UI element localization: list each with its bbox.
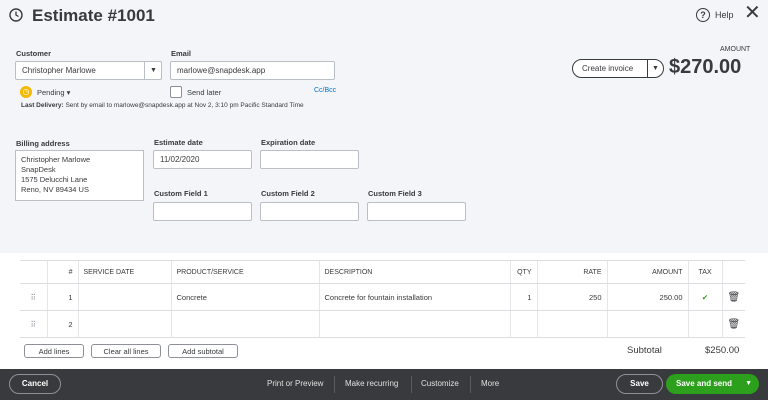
custom-field-1-label: Custom Field 1 [154,189,208,198]
subtotal-value: $250.00 [705,345,740,356]
customer-label: Customer [16,49,52,58]
trash-icon[interactable]: 🗑 [721,310,746,338]
drag-handle-icon[interactable]: ⠿ [20,310,47,338]
expiration-date-label: Expiration date [261,138,316,147]
description-cell[interactable]: Concrete for fountain installation [318,283,510,311]
customer-value: Christopher Marlowe [22,66,96,75]
drag-handle-icon[interactable]: ⠿ [20,283,47,311]
save-button[interactable]: Save [616,374,663,394]
col-qty: QTY [509,260,537,284]
help-link[interactable]: Help [715,10,734,20]
amount-cell[interactable]: 250.00 [606,283,688,311]
status-label: Pending [37,88,65,97]
create-invoice-button[interactable]: Create invoice ▼ [572,59,664,78]
email-label: Email [171,49,192,58]
create-invoice-label: Create invoice [582,64,634,73]
table-row[interactable]: ⠿ 2 🗑 [20,310,746,338]
custom-field-2-input[interactable] [260,202,359,221]
billing-line: Reno, NV 89434 US [21,185,89,194]
total-amount: $270.00 [669,56,742,78]
clear-all-lines-button[interactable]: Clear all lines [91,344,161,358]
description-cell[interactable] [318,310,510,338]
chevron-down-icon[interactable]: ▼ [647,60,663,77]
history-clock-icon[interactable] [8,7,24,23]
send-later-checkbox[interactable] [170,86,182,98]
billing-line: Christopher Marlowe [21,155,91,164]
help-icon[interactable]: ? [696,8,710,22]
col-product: PRODUCT/SERVICE [170,260,319,284]
email-field[interactable]: marlowe@snapdesk.app [170,61,335,80]
service-date-cell[interactable] [77,283,171,311]
service-date-cell[interactable] [77,310,171,338]
tax-checkmark-icon[interactable]: ✔ [687,283,722,311]
divider [334,376,335,393]
close-icon[interactable]: ✕ [744,3,761,23]
print-preview-link[interactable]: Print or Preview [267,379,323,388]
product-cell[interactable] [170,310,319,338]
col-tax: TAX [687,260,722,284]
divider [411,376,412,393]
qty-cell[interactable]: 1 [509,283,537,311]
chevron-down-icon[interactable]: ▼ [144,62,162,79]
last-delivery-text: Sent by email to marlowe@snapdesk.app at… [65,102,304,109]
custom-field-2-label: Custom Field 2 [261,189,315,198]
billing-line: 1575 Delucchi Lane [21,175,88,184]
add-lines-button[interactable]: Add lines [24,344,84,358]
make-recurring-link[interactable]: Make recurring [345,379,398,388]
send-later-label: Send later [187,88,222,97]
custom-field-1-input[interactable] [153,202,252,221]
trash-icon[interactable]: 🗑 [721,283,746,311]
add-subtotal-button[interactable]: Add subtotal [168,344,238,358]
line-items-table: # SERVICE DATE PRODUCT/SERVICE DESCRIPTI… [20,260,746,338]
page-title: Estimate #1001 [32,6,155,25]
row-number: 2 [46,310,78,338]
custom-field-3-label: Custom Field 3 [368,189,422,198]
table-row[interactable]: ⠿ 1 Concrete Concrete for fountain insta… [20,283,746,311]
rate-cell[interactable] [536,310,607,338]
rate-cell[interactable]: 250 [536,283,607,311]
more-link[interactable]: More [481,379,499,388]
col-description: DESCRIPTION [318,260,510,284]
qty-cell[interactable] [509,310,537,338]
col-rate: RATE [536,260,607,284]
amount-cell[interactable] [606,310,688,338]
chevron-down-icon[interactable]: ▼ [745,374,752,394]
save-and-send-label: Save and send [676,379,733,388]
billing-address-field[interactable]: Christopher Marlowe SnapDesk 1575 Delucchi… [15,150,144,201]
custom-field-3-input[interactable] [367,202,466,221]
status-dropdown[interactable]: Pending ▾ [37,88,70,97]
customer-select[interactable]: Christopher Marlowe ▼ [15,61,162,80]
tax-cell[interactable] [687,310,722,338]
col-service-date: SERVICE DATE [77,260,171,284]
save-and-send-button[interactable]: Save and send ▼ [666,374,759,394]
col-number: # [46,260,78,284]
table-header: # SERVICE DATE PRODUCT/SERVICE DESCRIPTI… [20,260,746,284]
footer-bar: Cancel Print or Preview Make recurring C… [0,369,768,400]
cancel-button[interactable]: Cancel [9,374,61,394]
estimate-date-label: Estimate date [154,138,203,147]
last-delivery: Last Delivery: Sent by email to marlowe@… [21,102,304,109]
amount-label: AMOUNT [720,46,751,53]
estimate-date-field[interactable]: 11/02/2020 [153,150,252,169]
customize-link[interactable]: Customize [421,379,459,388]
subtotal-label: Subtotal [627,345,662,356]
billing-address-label: Billing address [16,139,70,148]
billing-line: SnapDesk [21,165,56,174]
col-amount: AMOUNT [606,260,688,284]
expiration-date-field[interactable] [260,150,359,169]
divider [470,376,471,393]
last-delivery-label: Last Delivery: [21,102,64,109]
cc-bcc-link[interactable]: Cc/Bcc [314,87,336,94]
product-cell[interactable]: Concrete [170,283,319,311]
row-number: 1 [46,283,78,311]
pending-status-icon: ◷ [20,86,32,98]
